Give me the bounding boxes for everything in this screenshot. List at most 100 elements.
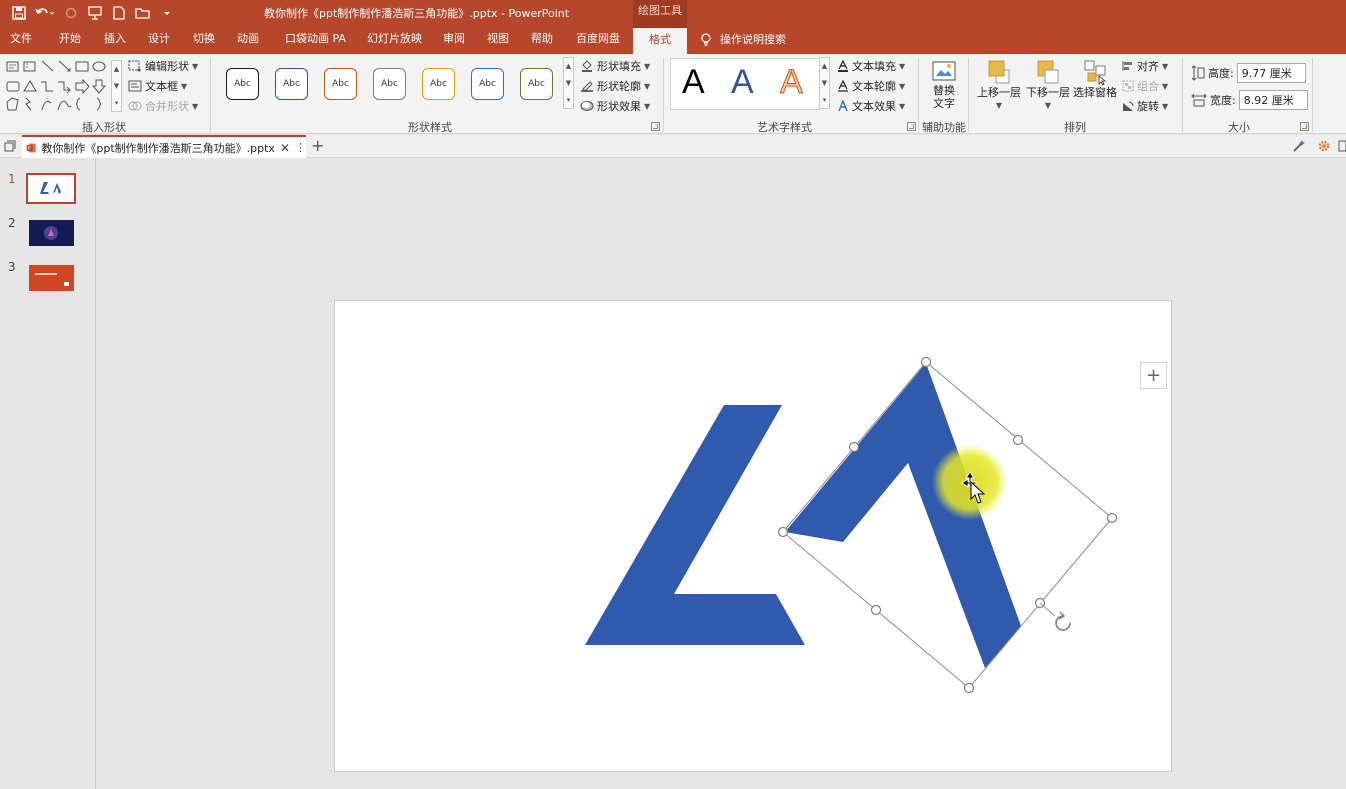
tab-menu-icon[interactable] [4, 140, 16, 152]
wordart-gallery-scroll[interactable]: ▲ ▼ ▾ [819, 57, 830, 109]
more-icon: ▾ [566, 96, 571, 104]
group-separator [1312, 58, 1313, 132]
shape-fill-label: 形状填充 [597, 60, 641, 73]
alt-text-button[interactable]: 替换 文字 [928, 60, 960, 110]
chevron-down-icon: ▼ [1162, 81, 1169, 91]
tab-pocket-animation[interactable]: 口袋动画 PA [285, 26, 346, 54]
new-file-button[interactable] [108, 3, 130, 23]
presentation-icon [88, 6, 102, 20]
slide-thumbnail-3[interactable] [29, 265, 74, 291]
merge-shapes-button[interactable]: 合并形状 ▼ [128, 98, 198, 114]
gear-icon[interactable] [1317, 139, 1331, 153]
save-button[interactable] [8, 3, 30, 23]
undo-button[interactable] [32, 3, 58, 23]
text-outline-label: 文本轮廓 [852, 80, 896, 93]
add-button[interactable]: + [1140, 362, 1167, 389]
more-vertical-icon[interactable]: ⋮ [295, 141, 306, 154]
wordart-style-blue[interactable]: A [731, 62, 754, 102]
tab-insert[interactable]: 插入 [104, 26, 126, 54]
open-file-button[interactable] [132, 3, 154, 23]
text-box-button[interactable]: 文本框 ▼ [128, 78, 187, 94]
tab-file[interactable]: 文件 [10, 26, 32, 54]
tab-help[interactable]: 帮助 [531, 26, 553, 54]
chevron-down-icon [164, 12, 170, 15]
undo-icon [35, 8, 55, 15]
wordart-style-black[interactable]: A [682, 62, 705, 102]
height-input[interactable] [1236, 63, 1306, 83]
text-box-icon [128, 80, 142, 92]
tab-format[interactable]: 格式 [633, 26, 687, 54]
size-dialog-launcher[interactable] [1300, 122, 1309, 131]
preset-label: Abc [283, 79, 300, 89]
group-separator [210, 58, 211, 132]
text-fill-label: 文本填充 [852, 60, 896, 73]
redo-button[interactable] [60, 3, 82, 23]
shape-style-preset[interactable]: Abc [373, 68, 406, 100]
tell-me-search[interactable]: 操作说明搜索 [700, 26, 786, 54]
shape-style-preset[interactable]: Abc [226, 68, 259, 100]
tab-slideshow[interactable]: 幻灯片放映 [367, 26, 422, 54]
chevron-down-icon: ▼ [192, 101, 199, 111]
bring-forward-button[interactable]: 上移一层 ▼ [976, 58, 1022, 112]
shape-outline-button[interactable]: 形状轮廓 ▼ [580, 78, 650, 94]
shape-style-preset[interactable]: Abc [520, 68, 553, 100]
shape-style-preset[interactable]: Abc [471, 68, 504, 100]
wordart-dialog-launcher[interactable] [907, 122, 916, 131]
tab-view[interactable]: 视图 [487, 26, 509, 54]
shape-styles-gallery-scroll[interactable]: ▲ ▼ ▾ [563, 57, 574, 109]
rotate-button[interactable]: 旋转 ▼ [1122, 98, 1168, 114]
shapes-gallery[interactable]: ▲ ▼ ▾ [4, 58, 122, 114]
close-icon[interactable]: ✕ [280, 141, 290, 155]
scroll-up-icon: ▲ [113, 65, 120, 73]
tab-home[interactable]: 开始 [59, 26, 81, 54]
text-effects-button[interactable]: 文本效果 ▼ [837, 98, 905, 114]
magic-wand-icon[interactable] [1292, 139, 1306, 153]
slide-1-preview [40, 182, 61, 194]
edit-shape-icon [128, 60, 141, 72]
chevron-down-icon: ▼ [899, 101, 906, 111]
text-fill-button[interactable]: 文本填充 ▼ [837, 58, 905, 74]
scroll-up-icon: ▲ [821, 62, 828, 70]
customize-qat-button[interactable] [156, 3, 178, 23]
new-tab-icon[interactable]: + [311, 136, 324, 155]
tab-design[interactable]: 设计 [148, 26, 170, 54]
shape-style-preset[interactable]: Abc [324, 68, 357, 100]
ribbon-format: ▲ ▼ ▾ 编辑形状 ▼ 文本框 ▼ 合并形状 ▼ 插入形状 Abc Abc Abc Ab… [0, 54, 1346, 134]
group-icon [1122, 80, 1134, 92]
preset-label: Abc [234, 79, 251, 89]
shapes-gallery-scroll[interactable]: ▲ ▼ ▾ [111, 60, 122, 112]
bring-forward-icon [988, 60, 1010, 84]
slide-canvas[interactable] [334, 300, 1172, 772]
tab-animations[interactable]: 动画 [237, 26, 259, 54]
align-button[interactable]: 对齐 ▼ [1122, 58, 1168, 74]
send-backward-label: 下移一层 [1026, 86, 1070, 99]
folder-icon [135, 8, 150, 19]
shape-styles-dialog-launcher[interactable] [651, 122, 660, 131]
shape-effects-label: 形状效果 [597, 100, 641, 113]
selection-pane-button[interactable]: 选择窗格 [1073, 58, 1117, 99]
pencil-icon [581, 81, 593, 92]
chevron-down-icon: ▼ [1162, 101, 1169, 111]
window-icon[interactable] [1338, 139, 1346, 153]
send-backward-button[interactable]: 下移一层 ▼ [1025, 58, 1071, 112]
tab-baidu-netdisk[interactable]: 百度网盘 [576, 26, 620, 54]
shape-fill-button[interactable]: 形状填充 ▼ [580, 58, 650, 74]
chevron-down-icon: ▼ [1044, 101, 1052, 110]
drawing-tools-context-header: 绘图工具 [633, 0, 687, 26]
document-tab[interactable]: P 教你制作《ppt制作制作潘浩斯三角功能》.pptx ✕ ⋮ [22, 135, 306, 158]
shape-effects-button[interactable]: 形状效果 ▼ [580, 98, 650, 114]
slide-number: 1 [8, 172, 16, 186]
scroll-down-icon: ▼ [821, 79, 828, 87]
shape-style-preset[interactable]: Abc [275, 68, 308, 100]
slide-thumbnail-2[interactable] [29, 220, 74, 246]
text-outline-button[interactable]: 文本轮廓 ▼ [837, 78, 905, 94]
slide-thumbnail-1[interactable] [26, 173, 76, 204]
wordart-style-orange[interactable]: A [780, 62, 804, 102]
group-button[interactable]: 组合 ▼ [1122, 78, 1168, 94]
start-from-beginning-button[interactable] [84, 3, 106, 23]
tab-transitions[interactable]: 切换 [193, 26, 215, 54]
shape-style-preset[interactable]: Abc [422, 68, 455, 100]
width-input[interactable] [1238, 90, 1308, 110]
edit-shape-button[interactable]: 编辑形状 ▼ [128, 58, 198, 74]
tab-review[interactable]: 审阅 [443, 26, 465, 54]
